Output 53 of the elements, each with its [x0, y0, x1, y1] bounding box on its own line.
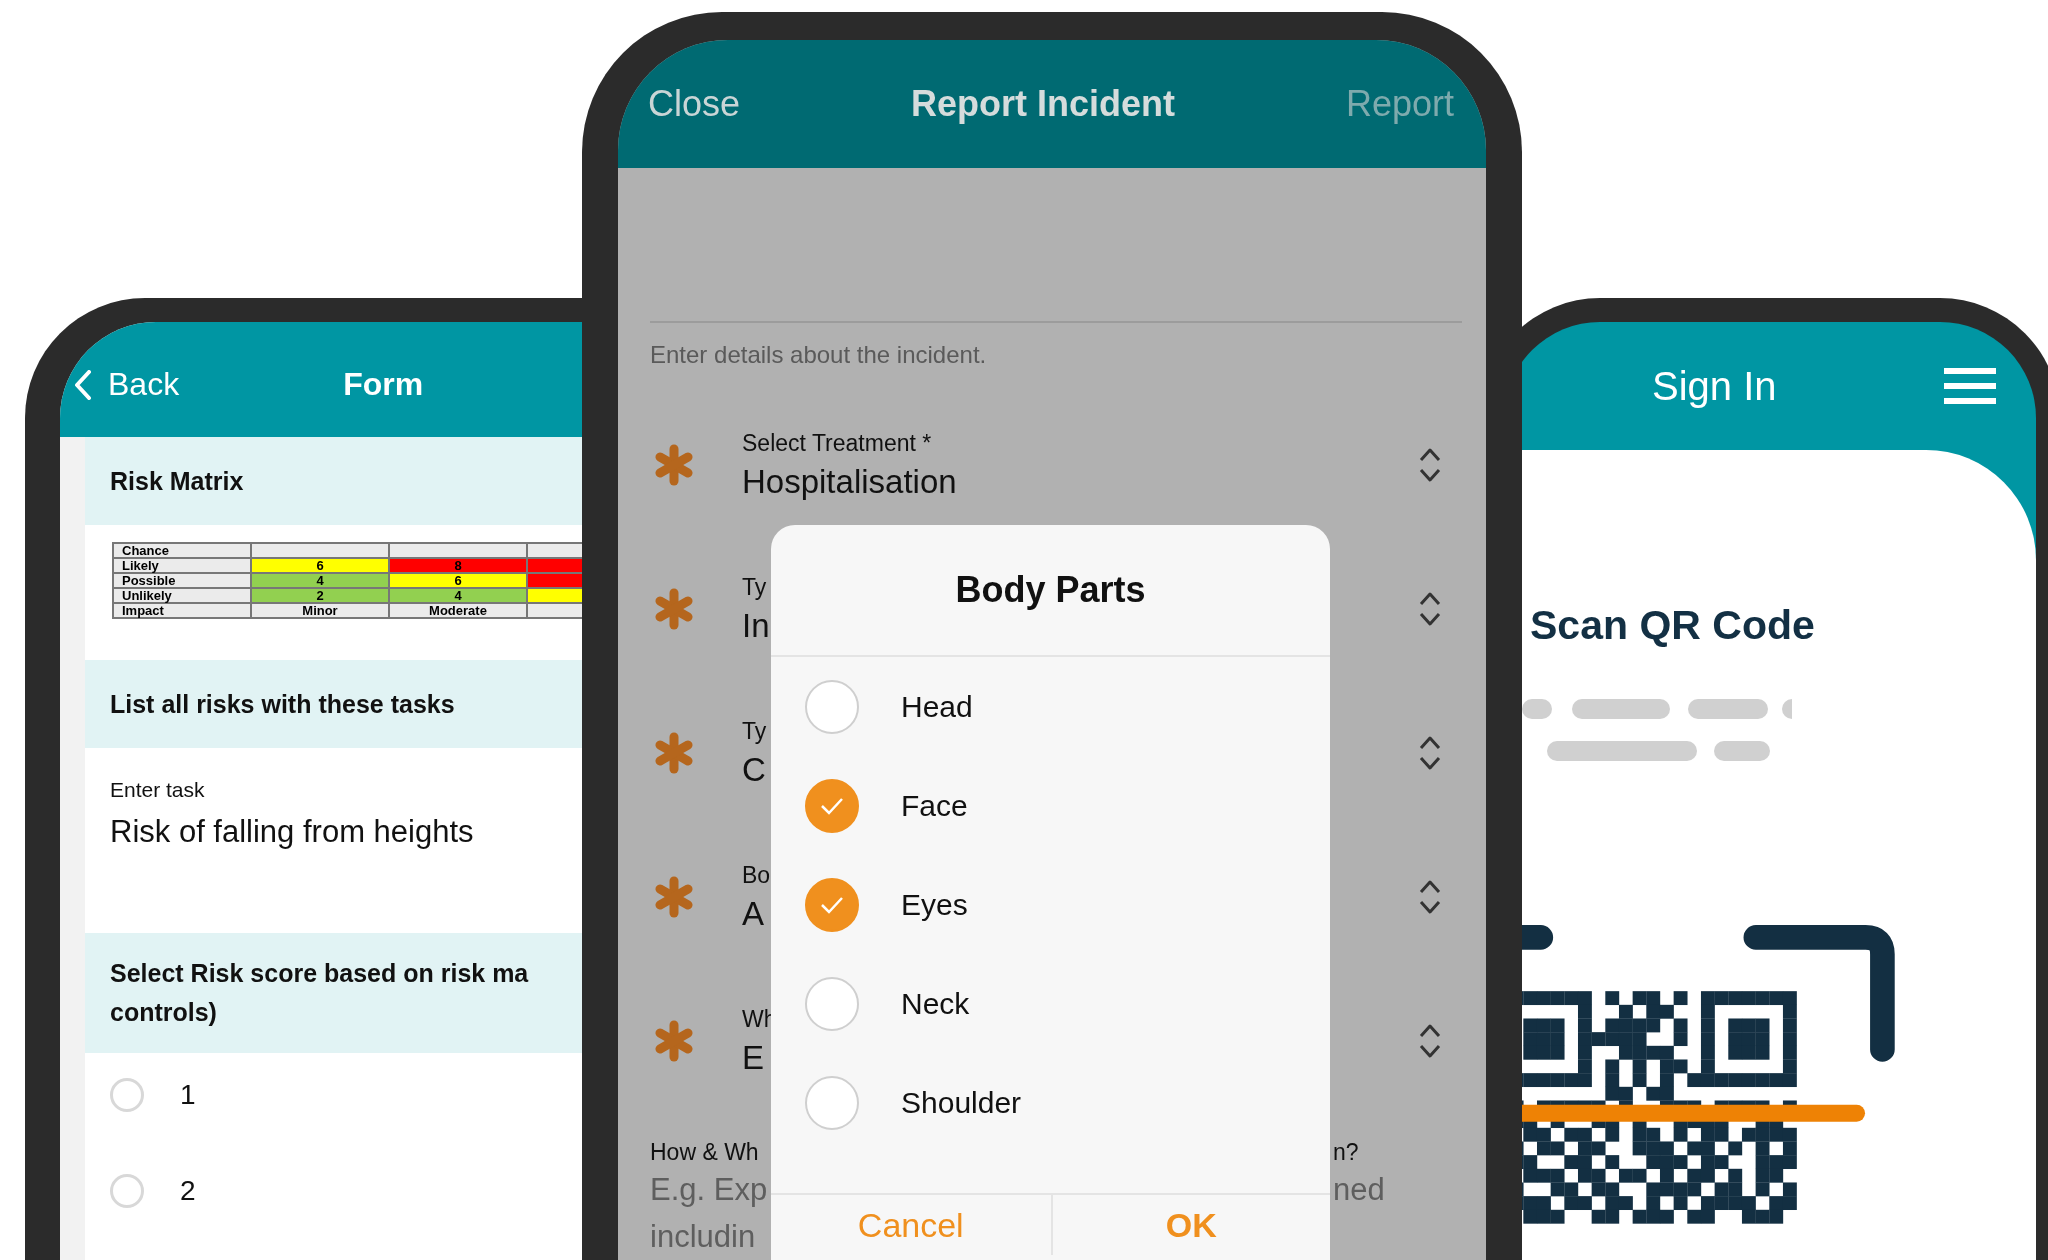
table-cell: Chance	[113, 543, 251, 558]
required-asterisk-icon	[654, 588, 694, 630]
scan-heading: Scan QR Code	[1530, 602, 1815, 649]
menu-icon[interactable]	[1944, 368, 1996, 404]
field-value: A	[742, 894, 764, 933]
radio-button[interactable]	[110, 1174, 144, 1208]
hint-text: E.g. Exp	[650, 1171, 769, 1208]
field-value: Hospitalisation	[742, 462, 957, 501]
checkbox[interactable]	[805, 877, 859, 932]
question-label: How & Wh	[650, 1139, 760, 1166]
back-button[interactable]: Back	[74, 366, 180, 403]
option-label: 1	[180, 1079, 196, 1111]
checkbox[interactable]	[805, 976, 859, 1031]
option-label: Shoulder	[901, 1085, 1022, 1120]
field-label: Bo	[742, 861, 771, 889]
option-label: Face	[901, 788, 968, 823]
option-label: Eyes	[901, 887, 968, 922]
field-label: Ty	[742, 573, 767, 601]
report-button[interactable]: Report	[1345, 83, 1454, 125]
screen-title: Report Incident	[911, 83, 1175, 125]
dialog-title: Body Parts	[955, 569, 1146, 611]
section-heading: Select Risk score based on risk ma	[110, 959, 529, 988]
screen-title: Form	[343, 366, 424, 403]
up-down-chevron-icon[interactable]	[1418, 734, 1442, 772]
up-down-chevron-icon[interactable]	[1418, 878, 1442, 916]
field-label: Ty	[742, 717, 767, 745]
field-value: In	[742, 606, 770, 645]
checkbox[interactable]	[805, 679, 859, 734]
option-label: Neck	[901, 986, 970, 1021]
screen-title: Sign In	[1652, 363, 1777, 409]
required-asterisk-icon	[654, 876, 694, 918]
checkbox[interactable]	[805, 1075, 859, 1130]
close-button[interactable]: Close	[648, 83, 741, 125]
hint-text: ned	[1333, 1171, 1386, 1208]
hint-text: includin	[650, 1218, 757, 1255]
required-asterisk-icon	[654, 1020, 694, 1062]
back-chevron-icon	[74, 369, 92, 400]
up-down-chevron-icon[interactable]	[1418, 446, 1442, 484]
cancel-button[interactable]: Cancel	[771, 1195, 1051, 1255]
option-label: Head	[901, 689, 973, 724]
checkbox[interactable]	[805, 778, 859, 833]
ok-button[interactable]: OK	[1050, 1195, 1330, 1255]
radio-button[interactable]	[110, 1078, 144, 1112]
required-asterisk-icon	[654, 732, 694, 774]
intro-text: Enter details about the incident.	[650, 341, 988, 369]
up-down-chevron-icon[interactable]	[1418, 1022, 1442, 1060]
option-label: 2	[180, 1175, 196, 1207]
section-heading: controls)	[110, 998, 217, 1027]
up-down-chevron-icon[interactable]	[1418, 590, 1442, 628]
required-asterisk-icon	[654, 444, 694, 486]
field-value: E	[742, 1038, 764, 1077]
field-value: C	[742, 750, 766, 789]
question-label: n?	[1333, 1139, 1360, 1166]
